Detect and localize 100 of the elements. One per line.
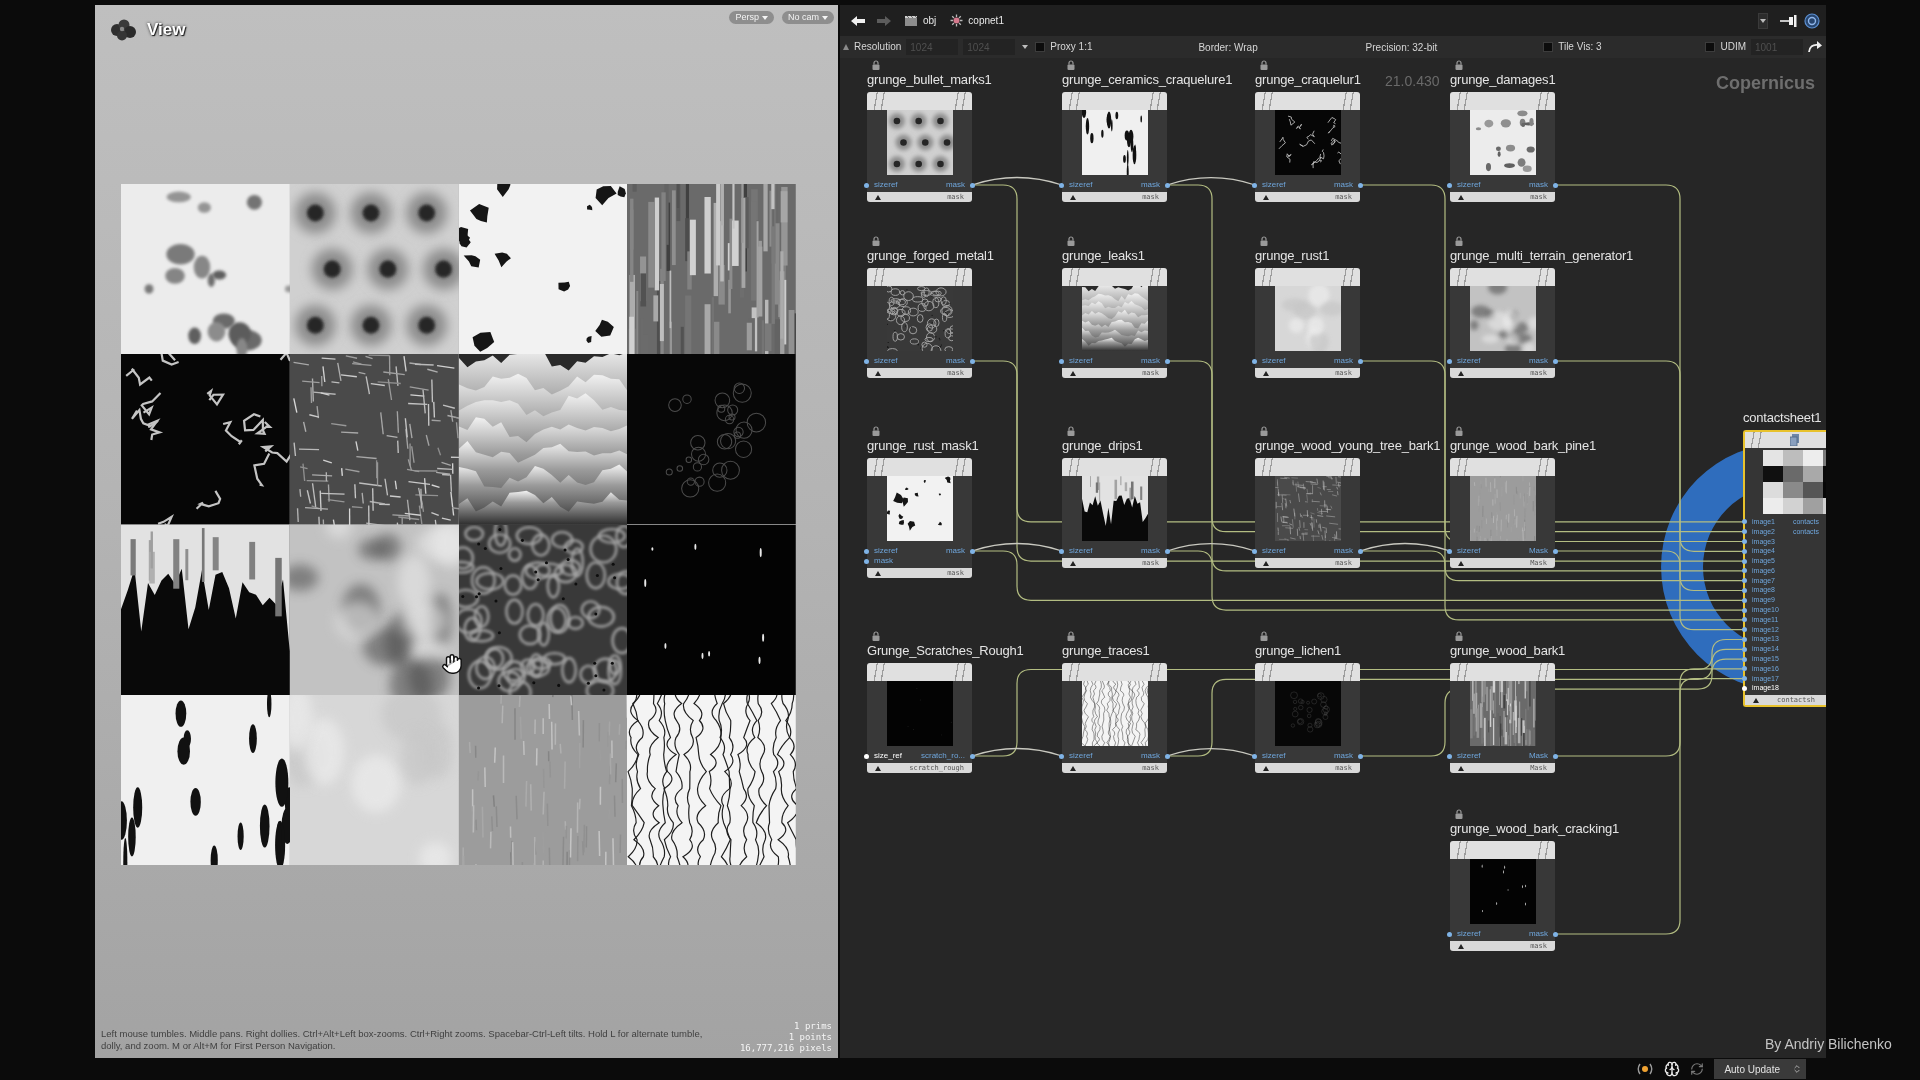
- output-port-icon[interactable]: [1553, 358, 1558, 364]
- triangle-icon[interactable]: [875, 570, 881, 576]
- triangle-icon[interactable]: [875, 370, 881, 376]
- pin-button[interactable]: [1780, 14, 1798, 27]
- triangle-icon[interactable]: [1263, 765, 1269, 771]
- path-crumb[interactable]: obj: [900, 14, 941, 27]
- output-port-icon[interactable]: [1553, 182, 1558, 188]
- input-port-icon[interactable]: [864, 182, 869, 188]
- input-port-icon[interactable]: [1447, 182, 1452, 188]
- triangle-icon[interactable]: [1458, 765, 1464, 771]
- triangle-icon[interactable]: [1458, 194, 1464, 200]
- lock-icon[interactable]: [1067, 236, 1075, 246]
- triangle-icon[interactable]: [1458, 560, 1464, 566]
- output-port-icon[interactable]: [1358, 548, 1363, 554]
- triangle-icon[interactable]: [1070, 560, 1076, 566]
- option-menu-button[interactable]: Border: Wrap: [1196, 39, 1260, 55]
- lock-icon[interactable]: [1260, 60, 1268, 70]
- triangle-icon[interactable]: [1070, 370, 1076, 376]
- lock-icon[interactable]: [872, 236, 880, 246]
- lock-icon[interactable]: [872, 60, 880, 70]
- output-port-icon[interactable]: [970, 548, 975, 554]
- input-port-icon[interactable]: [1742, 548, 1747, 554]
- output-port-icon[interactable]: [1553, 931, 1558, 937]
- output-port-icon[interactable]: [1553, 753, 1558, 759]
- input-port-icon[interactable]: [864, 358, 869, 364]
- network-canvas[interactable]: [840, 58, 1826, 1058]
- input-port-icon[interactable]: [1059, 182, 1064, 188]
- input-port-icon[interactable]: [1742, 656, 1747, 662]
- input-port-icon[interactable]: [864, 558, 869, 564]
- output-port-icon[interactable]: [1165, 358, 1170, 364]
- output-port-icon[interactable]: [1358, 753, 1363, 759]
- collapse-arrow-icon[interactable]: [843, 44, 849, 50]
- output-port-icon[interactable]: [1553, 548, 1558, 554]
- output-port-icon[interactable]: [1165, 182, 1170, 188]
- input-port-icon[interactable]: [1742, 617, 1747, 623]
- input-port-icon[interactable]: [1059, 548, 1064, 554]
- refresh-icon[interactable]: [1690, 1062, 1705, 1076]
- proxy-checkbox[interactable]: [1035, 42, 1046, 52]
- lock-icon[interactable]: [1455, 426, 1463, 436]
- input-port-icon[interactable]: [1742, 558, 1747, 564]
- curved-arrow-icon[interactable]: [1808, 41, 1822, 53]
- camera-menu-button[interactable]: Persp: [729, 11, 774, 24]
- input-port-icon[interactable]: [1447, 548, 1452, 554]
- input-port-icon[interactable]: [1447, 931, 1452, 937]
- output-port-icon[interactable]: [1358, 182, 1363, 188]
- input-port-icon[interactable]: [1742, 646, 1747, 652]
- camera-menu-button[interactable]: No cam: [782, 11, 834, 24]
- option-menu-button[interactable]: Precision: 32-bit: [1363, 39, 1440, 55]
- path-dropdown-button[interactable]: [1758, 12, 1768, 29]
- path-crumb[interactable]: copnet1: [946, 14, 1008, 27]
- input-port-icon[interactable]: [1742, 539, 1747, 544]
- input-port-icon[interactable]: [1742, 578, 1747, 584]
- triangle-icon[interactable]: [1070, 194, 1076, 200]
- input-port-icon[interactable]: [1447, 358, 1452, 364]
- lock-icon[interactable]: [1455, 631, 1463, 641]
- triangle-icon[interactable]: [875, 194, 881, 200]
- triangle-icon[interactable]: [1263, 194, 1269, 200]
- input-port-icon[interactable]: [1059, 358, 1064, 364]
- input-port-icon[interactable]: [1742, 666, 1747, 672]
- lock-icon[interactable]: [1067, 60, 1075, 70]
- lock-icon[interactable]: [1260, 426, 1268, 436]
- input-port-icon[interactable]: [1059, 753, 1064, 759]
- input-port-icon[interactable]: [1742, 627, 1747, 633]
- triangle-icon[interactable]: [1458, 370, 1464, 376]
- tile-vis-checkbox[interactable]: [1543, 42, 1554, 52]
- brain-icon[interactable]: [1664, 1061, 1681, 1077]
- lock-icon[interactable]: [1067, 426, 1075, 436]
- triangle-icon[interactable]: [875, 765, 881, 771]
- target-button[interactable]: [1804, 12, 1820, 29]
- input-port-icon[interactable]: [1742, 519, 1747, 525]
- output-port-icon[interactable]: [1165, 753, 1170, 759]
- lock-icon[interactable]: [1455, 236, 1463, 246]
- input-port-icon[interactable]: [1252, 358, 1257, 364]
- triangle-icon[interactable]: [1753, 697, 1759, 703]
- output-port-icon[interactable]: [1165, 548, 1170, 554]
- lock-icon[interactable]: [872, 631, 880, 641]
- input-port-icon[interactable]: [864, 753, 869, 759]
- input-port-icon[interactable]: [1742, 529, 1747, 535]
- lock-icon[interactable]: [1260, 236, 1268, 246]
- lock-icon[interactable]: [1455, 60, 1463, 70]
- triangle-icon[interactable]: [1458, 943, 1464, 949]
- input-port-icon[interactable]: [1742, 685, 1747, 691]
- output-port-icon[interactable]: [970, 358, 975, 364]
- output-port-icon[interactable]: [970, 753, 975, 759]
- input-port-icon[interactable]: [1252, 548, 1257, 554]
- input-port-icon[interactable]: [864, 548, 869, 554]
- lock-icon[interactable]: [1260, 631, 1268, 641]
- output-port-icon[interactable]: [1358, 358, 1363, 364]
- input-port-icon[interactable]: [1742, 568, 1747, 574]
- input-port-icon[interactable]: [1447, 753, 1452, 759]
- broadcast-icon[interactable]: [1636, 1062, 1655, 1076]
- input-port-icon[interactable]: [1742, 676, 1747, 682]
- input-port-icon[interactable]: [1252, 182, 1257, 188]
- triangle-icon[interactable]: [1263, 370, 1269, 376]
- input-port-icon[interactable]: [1742, 597, 1747, 603]
- input-port-icon[interactable]: [1742, 607, 1747, 613]
- udim-checkbox[interactable]: [1705, 42, 1716, 52]
- input-port-icon[interactable]: [1742, 587, 1747, 593]
- output-port-icon[interactable]: [970, 182, 975, 188]
- lock-icon[interactable]: [1067, 631, 1075, 641]
